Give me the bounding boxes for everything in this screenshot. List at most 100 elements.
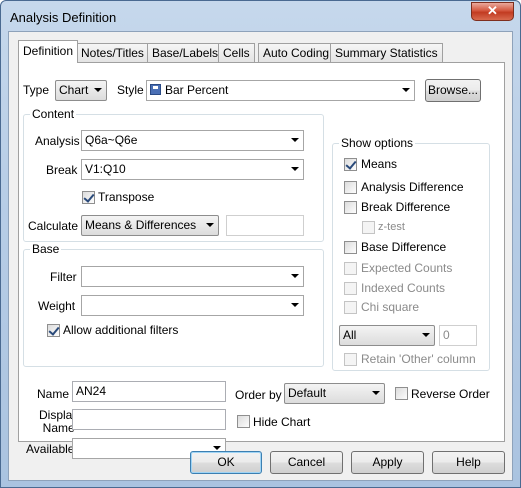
tab-label: Definition	[23, 44, 74, 58]
tab-definition[interactable]: Definition	[18, 40, 79, 63]
chevron-down-icon	[291, 274, 299, 278]
hide-chart-label: Hide Chart	[253, 415, 311, 429]
z-test-label: z-test	[378, 221, 405, 233]
analysis-value: Q6a~Q6e	[85, 133, 138, 147]
expected-counts-checkbox[interactable]	[344, 262, 357, 275]
help-label: Help	[456, 455, 481, 469]
transpose-checkbox[interactable]	[82, 191, 95, 204]
cancel-label: Cancel	[287, 455, 326, 469]
chevron-down-icon	[402, 88, 410, 92]
analysis-difference-checkbox[interactable]	[344, 181, 357, 194]
analysis-difference-label: Analysis Difference	[361, 180, 464, 194]
window-title: Analysis Definition	[10, 10, 117, 25]
dialog-window: Analysis Definition ✕ Definition Notes/T…	[0, 0, 521, 488]
style-select[interactable]: Bar Percent	[146, 80, 415, 101]
chevron-down-icon	[94, 88, 102, 92]
close-button[interactable]: ✕	[471, 2, 514, 21]
chi-square-label: Chi square	[361, 300, 420, 314]
order-by-value: Default	[288, 386, 327, 400]
content-group-title: Content	[30, 107, 77, 121]
chevron-down-icon	[372, 391, 380, 395]
type-value: Chart	[59, 83, 89, 97]
type-select[interactable]: Chart	[55, 80, 107, 101]
filter-label: Filter	[50, 270, 77, 284]
break-select[interactable]: V1:Q10	[81, 159, 304, 180]
show-options-title: Show options	[339, 136, 416, 150]
apply-label: Apply	[372, 455, 403, 469]
type-label: Type	[23, 83, 50, 97]
break-difference-label: Break Difference	[361, 200, 451, 214]
show-options-group: Show options Means Analysis Difference B…	[332, 136, 490, 371]
count-field[interactable]: 0	[439, 325, 477, 346]
calculate-extra-field[interactable]	[226, 215, 304, 236]
chevron-down-icon	[291, 138, 299, 142]
break-value: V1:Q10	[85, 162, 126, 176]
floppy-disk-icon	[150, 84, 161, 95]
hide-chart-checkbox[interactable]	[237, 415, 250, 428]
tab-label: Cells	[223, 46, 250, 60]
cancel-button[interactable]: Cancel	[270, 451, 343, 474]
help-button[interactable]: Help	[432, 451, 505, 474]
reverse-order-checkbox[interactable]	[395, 387, 408, 400]
tab-cells[interactable]: Cells	[218, 43, 255, 63]
chevron-down-icon	[206, 223, 214, 227]
weight-select[interactable]	[81, 295, 304, 316]
calculate-select[interactable]: Means & Differences	[81, 215, 219, 236]
order-by-select[interactable]: Default	[284, 383, 385, 404]
calculate-value: Means & Differences	[85, 218, 197, 232]
style-label: Style	[117, 83, 144, 97]
indexed-counts-checkbox[interactable]	[344, 282, 357, 295]
calculate-label: Calculate	[28, 219, 79, 233]
allow-filters-label: Allow additional filters	[63, 323, 179, 337]
filter-select[interactable]	[81, 266, 304, 287]
tab-label: Auto Coding	[263, 46, 330, 60]
chi-square-checkbox[interactable]	[344, 301, 357, 314]
analysis-label: Analysis	[35, 134, 80, 148]
display-name-field[interactable]	[72, 409, 226, 430]
base-group: Base Filter Weight Allow additional filt…	[23, 242, 324, 367]
indexed-counts-label: Indexed Counts	[361, 281, 446, 295]
definition-panel: Type Chart Style Bar Percent Browse... C…	[18, 62, 505, 459]
weight-label: Weight	[38, 299, 76, 313]
break-difference-checkbox[interactable]	[344, 201, 357, 214]
tab-summary-statistics[interactable]: Summary Statistics	[330, 43, 443, 63]
browse-label: Browse...	[427, 83, 478, 97]
ok-button[interactable]: OK	[190, 451, 262, 474]
apply-button[interactable]: Apply	[351, 451, 424, 474]
means-checkbox[interactable]	[344, 158, 357, 171]
analysis-select[interactable]: Q6a~Q6e	[81, 130, 304, 151]
all-value: All	[343, 328, 357, 342]
tab-base-labels[interactable]: Base/Labels	[147, 43, 224, 63]
content-group: Content Analysis Q6a~Q6e Break V1:Q10 Tr…	[23, 107, 324, 242]
allow-filters-checkbox[interactable]	[47, 324, 60, 337]
retain-other-checkbox[interactable]	[344, 353, 357, 366]
tab-label: Notes/Titles	[81, 46, 144, 60]
all-select[interactable]: All	[339, 325, 435, 346]
chevron-down-icon	[422, 333, 430, 337]
z-test-checkbox[interactable]	[362, 221, 375, 234]
title-bar[interactable]: Analysis Definition ✕	[1, 1, 520, 31]
tab-label: Base/Labels	[152, 46, 219, 60]
base-difference-checkbox[interactable]	[344, 241, 357, 254]
browse-button[interactable]: Browse...	[425, 79, 481, 102]
close-icon: ✕	[487, 3, 498, 18]
tab-label: Summary Statistics	[335, 46, 438, 60]
base-difference-label: Base Difference	[361, 240, 447, 254]
break-label: Break	[46, 163, 78, 177]
tab-notes-titles[interactable]: Notes/Titles	[76, 43, 149, 63]
order-by-label: Order by	[235, 388, 282, 402]
reverse-order-label: Reverse Order	[411, 387, 490, 401]
expected-counts-label: Expected Counts	[361, 261, 453, 275]
tab-auto-coding[interactable]: Auto Coding	[258, 43, 335, 63]
name-label: Name	[37, 387, 70, 401]
dialog-client: Definition Notes/Titles Base/Labels Cell…	[8, 31, 513, 481]
name-field[interactable]: AN24	[72, 381, 226, 402]
retain-other-label: Retain 'Other' column	[361, 352, 476, 366]
means-label: Means	[361, 157, 398, 171]
base-group-title: Base	[30, 242, 62, 256]
transpose-label: Transpose	[98, 190, 155, 204]
style-value: Bar Percent	[165, 83, 229, 97]
chevron-down-icon	[213, 446, 221, 450]
ok-label: OK	[217, 455, 235, 469]
chevron-down-icon	[291, 167, 299, 171]
